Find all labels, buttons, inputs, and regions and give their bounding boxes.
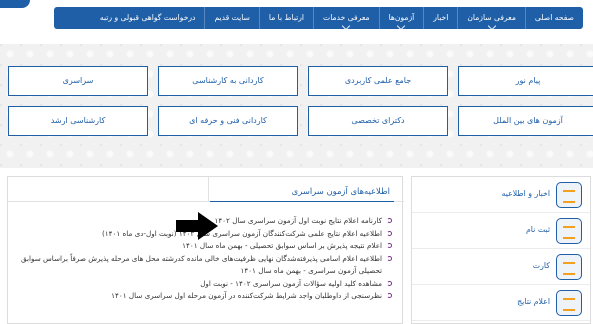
menu-label: صفحه اصلی bbox=[534, 13, 574, 22]
registration-icon bbox=[556, 218, 582, 244]
category-payame-noor-button[interactable]: پیام نور bbox=[458, 66, 593, 96]
side-item-registration[interactable]: ثبت نام bbox=[412, 213, 590, 249]
list-item-text: نظرسنجی از داوطلبان واجد شرایط شرکت‌کنند… bbox=[111, 291, 382, 300]
side-item-news[interactable]: اخبار و اطلاعیه bbox=[412, 177, 590, 213]
side-item-label: اعلام نتایج bbox=[517, 297, 550, 306]
category-associate-to-bachelor-button[interactable]: کاردانی به کارشناسی bbox=[158, 66, 298, 96]
side-item-card[interactable]: کارت bbox=[412, 249, 590, 285]
menu-exams[interactable]: آزمون‌ها bbox=[378, 7, 424, 31]
menu-contact[interactable]: ارتباط با ما bbox=[258, 7, 313, 29]
bullet-icon bbox=[387, 243, 392, 248]
bullet-icon bbox=[387, 280, 392, 286]
chevron-down-icon bbox=[397, 21, 406, 31]
menu-label: آزمون‌ها bbox=[388, 13, 415, 22]
list-item[interactable]: اعلام نتیجه پذیرش بر اساس سوابق تحصیلی -… bbox=[12, 240, 392, 253]
list-item-text: اطلاعیه اعلام نتایج علمی شرکت‌کنندگان آز… bbox=[101, 228, 382, 238]
menu-label: درخواست گواهی قبولی و رتبه bbox=[99, 13, 196, 22]
category-technical-vocational-button[interactable]: کاردانی فنی و حرفه ای bbox=[158, 106, 298, 136]
category-phd-button[interactable]: دکترای تخصصی bbox=[308, 106, 448, 136]
list-item-text: اطلاعیه اعلام اسامی پذیرفته‌شدگان نهایی … bbox=[20, 253, 382, 276]
top-navigation: صفحه اصلی معرفی سازمان اخبار آزمون‌ها مع… bbox=[0, 0, 593, 35]
bullet-icon bbox=[387, 293, 392, 298]
arrow-right-icon bbox=[176, 212, 218, 240]
list-item[interactable]: مشاهده کلید اولیه سؤالات آزمون سراسری ۱۴… bbox=[12, 278, 392, 291]
category-international-button[interactable]: آزمون های بین الملل bbox=[458, 106, 593, 136]
list-item-text: مشاهده کلید اولیه سؤالات آزمون سراسری ۱۴… bbox=[200, 278, 382, 288]
menu-services[interactable]: معرفی خدمات bbox=[313, 7, 379, 31]
list-item[interactable]: اطلاعیه اعلام اسامی پذیرفته‌شدگان نهایی … bbox=[12, 253, 392, 278]
menu-news[interactable]: اخبار bbox=[423, 7, 457, 29]
chevron-down-icon bbox=[342, 21, 351, 31]
active-tab-underline bbox=[210, 201, 394, 202]
side-item-label: ثبت نام bbox=[525, 225, 550, 234]
menu-label: اخبار bbox=[433, 13, 449, 22]
menu-label: ارتباط با ما bbox=[268, 13, 305, 22]
category-masters-button[interactable]: کارشناسی ارشد bbox=[8, 106, 148, 136]
bullet-icon bbox=[387, 230, 392, 236]
bullet-icon bbox=[387, 255, 392, 261]
panel-title[interactable]: اطلاعیه‌های آزمون سراسری bbox=[292, 186, 390, 196]
main-menu: صفحه اصلی معرفی سازمان اخبار آزمون‌ها مع… bbox=[54, 7, 583, 31]
logo[interactable] bbox=[0, 0, 30, 8]
side-item-label: اخبار و اطلاعیه bbox=[501, 189, 550, 198]
list-item-text: اعلام نتیجه پذیرش بر اساس سوابق تحصیلی -… bbox=[182, 241, 382, 250]
side-item-results[interactable]: اعلام نتایج bbox=[412, 285, 590, 321]
quick-access-menu: اخبار و اطلاعیه ثبت نام کارت اعلام نتایج bbox=[411, 176, 591, 324]
announcements-panel: اطلاعیه‌های آزمون سراسری کارنامه اعلام ن… bbox=[7, 176, 404, 324]
menu-label: معرفی خدمات bbox=[323, 13, 370, 22]
menu-label: سایت قدیم bbox=[214, 13, 250, 22]
list-item-text: کارنامه اعلام نتایج نوبت اول آزمون سراسر… bbox=[214, 216, 382, 225]
menu-about[interactable]: معرفی سازمان bbox=[457, 7, 525, 31]
chevron-down-icon bbox=[487, 21, 496, 31]
menu-old-site[interactable]: سایت قدیم bbox=[204, 7, 258, 29]
news-icon bbox=[556, 182, 582, 208]
menu-certificate-request[interactable]: درخواست گواهی قبولی و رتبه bbox=[91, 7, 205, 29]
card-icon bbox=[556, 254, 582, 280]
side-item-label: کارت bbox=[532, 261, 550, 270]
category-applied-science-button[interactable]: جامع علمی کاربردی bbox=[308, 66, 448, 96]
menu-home[interactable]: صفحه اصلی bbox=[524, 7, 583, 29]
divider bbox=[208, 177, 209, 201]
bullet-icon bbox=[387, 218, 392, 223]
results-icon bbox=[556, 290, 582, 316]
category-band: پیام نور جامع علمی کاربردی کاردانی به کا… bbox=[0, 44, 593, 168]
list-item[interactable]: نظرسنجی از داوطلبان واجد شرایط شرکت‌کنند… bbox=[12, 290, 392, 303]
category-national-exam-button[interactable]: سراسری bbox=[8, 66, 148, 96]
